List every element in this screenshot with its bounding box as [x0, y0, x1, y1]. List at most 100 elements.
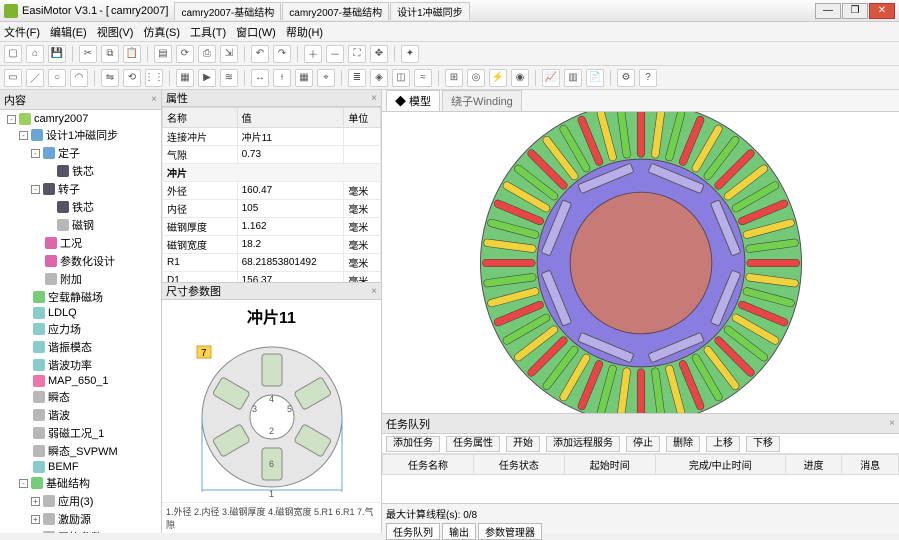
solve-icon[interactable]: ▶ [198, 69, 216, 87]
title-tab[interactable]: camry2007-基础结构 [282, 2, 389, 20]
task-toolbar-button[interactable]: 上移 [706, 436, 740, 452]
copy-icon[interactable]: ⧉ [101, 45, 119, 63]
tree-node[interactable]: 谐波 [2, 406, 159, 424]
expand-icon[interactable]: + [31, 515, 40, 524]
tree-node[interactable]: 瞬态 [2, 388, 159, 406]
arc-icon[interactable]: ◠ [70, 69, 88, 87]
property-row[interactable]: 磁钢宽度18.2毫米 [163, 236, 381, 254]
snap-icon[interactable]: ⌖ [317, 69, 335, 87]
array-icon[interactable]: ⋮⋮ [145, 69, 163, 87]
task-toolbar-button[interactable]: 添加任务 [386, 436, 440, 452]
tree-node[interactable]: 瞬态_SVPWM [2, 442, 159, 460]
help-icon[interactable]: ? [639, 69, 657, 87]
menu-item[interactable]: 窗口(W) [236, 24, 276, 40]
tree-node[interactable]: 磁钢 [2, 216, 159, 234]
measure-icon[interactable]: ⟊ [273, 69, 291, 87]
property-row[interactable]: R168.21853801492毫米 [163, 254, 381, 272]
menu-item[interactable]: 文件(F) [4, 24, 40, 40]
doc-icon[interactable]: ▤ [154, 45, 172, 63]
section-icon[interactable]: ◫ [392, 69, 410, 87]
tree-node[interactable]: 谐波功率 [2, 356, 159, 374]
tree-node[interactable]: 附加 [2, 270, 159, 288]
pan-icon[interactable]: ✥ [370, 45, 388, 63]
mirror-icon[interactable]: ⇋ [101, 69, 119, 87]
tree-node[interactable]: +应用(3) [2, 492, 159, 510]
tree-node[interactable]: -设计1冲磁同步 [2, 126, 159, 144]
property-row[interactable]: 连接冲片冲片11 [163, 128, 381, 146]
mesh-icon[interactable]: ▦ [176, 69, 194, 87]
menu-item[interactable]: 仿真(S) [143, 24, 180, 40]
task-toolbar-button[interactable]: 添加远程服务 [546, 436, 620, 452]
property-row[interactable]: 冲片 [163, 164, 381, 182]
maximize-button[interactable]: ❐ [842, 3, 868, 19]
property-row[interactable]: D1156.37毫米 [163, 272, 381, 284]
redo-icon[interactable]: ↷ [273, 45, 291, 63]
pin-icon[interactable]: × [151, 94, 157, 105]
tool-icon[interactable]: ✦ [401, 45, 419, 63]
export-icon[interactable]: ⇲ [220, 45, 238, 63]
expand-icon[interactable]: - [31, 149, 40, 158]
tree-node[interactable]: -camry2007 [2, 112, 159, 126]
dim-icon[interactable]: ↔ [251, 69, 269, 87]
tree-node[interactable]: -转子 [2, 180, 159, 198]
menu-item[interactable]: 工具(T) [190, 24, 226, 40]
pin-icon[interactable]: × [371, 93, 377, 104]
tree-node[interactable]: 空载静磁场 [2, 288, 159, 306]
title-tab[interactable]: 设计1冲磁同步 [390, 2, 470, 20]
title-tab[interactable]: camry2007-基础结构 [174, 2, 281, 20]
bc-icon[interactable]: ⊞ [445, 69, 463, 87]
task-toolbar-button[interactable]: 删除 [666, 436, 700, 452]
tree-node[interactable]: -基础结构 [2, 474, 159, 492]
circle-icon[interactable]: ○ [48, 69, 66, 87]
tree-node[interactable]: -定子 [2, 144, 159, 162]
undo-icon[interactable]: ↶ [251, 45, 269, 63]
line-icon[interactable]: ／ [26, 69, 44, 87]
plot-icon[interactable]: 📈 [542, 69, 560, 87]
tree-node[interactable]: 谐振模态 [2, 338, 159, 356]
property-table[interactable]: 名称值单位 连接冲片冲片11气隙0.73冲片外径160.47毫米内径105毫米磁… [162, 107, 381, 283]
expand-icon[interactable]: - [7, 115, 16, 124]
paste-icon[interactable]: 📋 [123, 45, 141, 63]
pin-icon[interactable]: × [371, 286, 377, 297]
src-icon[interactable]: ⚡ [489, 69, 507, 87]
zoom-out-icon[interactable]: － [326, 45, 344, 63]
tree-node[interactable]: BEMF [2, 460, 159, 474]
expand-icon[interactable]: - [19, 131, 28, 140]
expand-icon[interactable]: - [31, 185, 40, 194]
task-table[interactable]: 任务名称任务状态起始时间完成/中止时间进度消息 [382, 454, 899, 475]
task-toolbar-button[interactable]: 任务属性 [446, 436, 500, 452]
expand-icon[interactable]: + [31, 497, 40, 506]
wire-icon[interactable]: ≈ [414, 69, 432, 87]
property-row[interactable]: 气隙0.73 [163, 146, 381, 164]
property-row[interactable]: 内径105毫米 [163, 200, 381, 218]
table-icon[interactable]: ▥ [564, 69, 582, 87]
tree-node[interactable]: 铁芯 [2, 162, 159, 180]
task-toolbar-button[interactable]: 停止 [626, 436, 660, 452]
tree-node[interactable]: 应力场 [2, 320, 159, 338]
grid-icon[interactable]: ▦ [295, 69, 313, 87]
menu-item[interactable]: 编辑(E) [50, 24, 87, 40]
property-row[interactable]: 磁钢厚度1.162毫米 [163, 218, 381, 236]
view3d-icon[interactable]: ◈ [370, 69, 388, 87]
result-icon[interactable]: ≋ [220, 69, 238, 87]
task-toolbar-button[interactable]: 开始 [506, 436, 540, 452]
tree-node[interactable]: 参数化设计 [2, 252, 159, 270]
probe-icon[interactable]: ◉ [511, 69, 529, 87]
open-icon[interactable]: ⌂ [26, 45, 44, 63]
expand-icon[interactable]: - [19, 479, 28, 488]
tree-node[interactable]: +网格参数 [2, 528, 159, 533]
close-button[interactable]: ✕ [869, 3, 895, 19]
tree-node[interactable]: 弱磁工况_1 [2, 424, 159, 442]
task-toolbar-button[interactable]: 下移 [746, 436, 780, 452]
model-tab[interactable]: 绕子Winding [442, 90, 522, 111]
menu-item[interactable]: 帮助(H) [286, 24, 323, 40]
report-icon[interactable]: 📄 [586, 69, 604, 87]
tree-node[interactable]: 铁芯 [2, 198, 159, 216]
rotate-icon[interactable]: ⟲ [123, 69, 141, 87]
menu-item[interactable]: 视图(V) [97, 24, 134, 40]
tree-node[interactable]: +激励源 [2, 510, 159, 528]
footer-tab[interactable]: 参数管理器 [478, 523, 542, 540]
model-canvas[interactable] [382, 112, 899, 413]
footer-tab[interactable]: 输出 [442, 523, 476, 540]
print-icon[interactable]: ⎙ [198, 45, 216, 63]
